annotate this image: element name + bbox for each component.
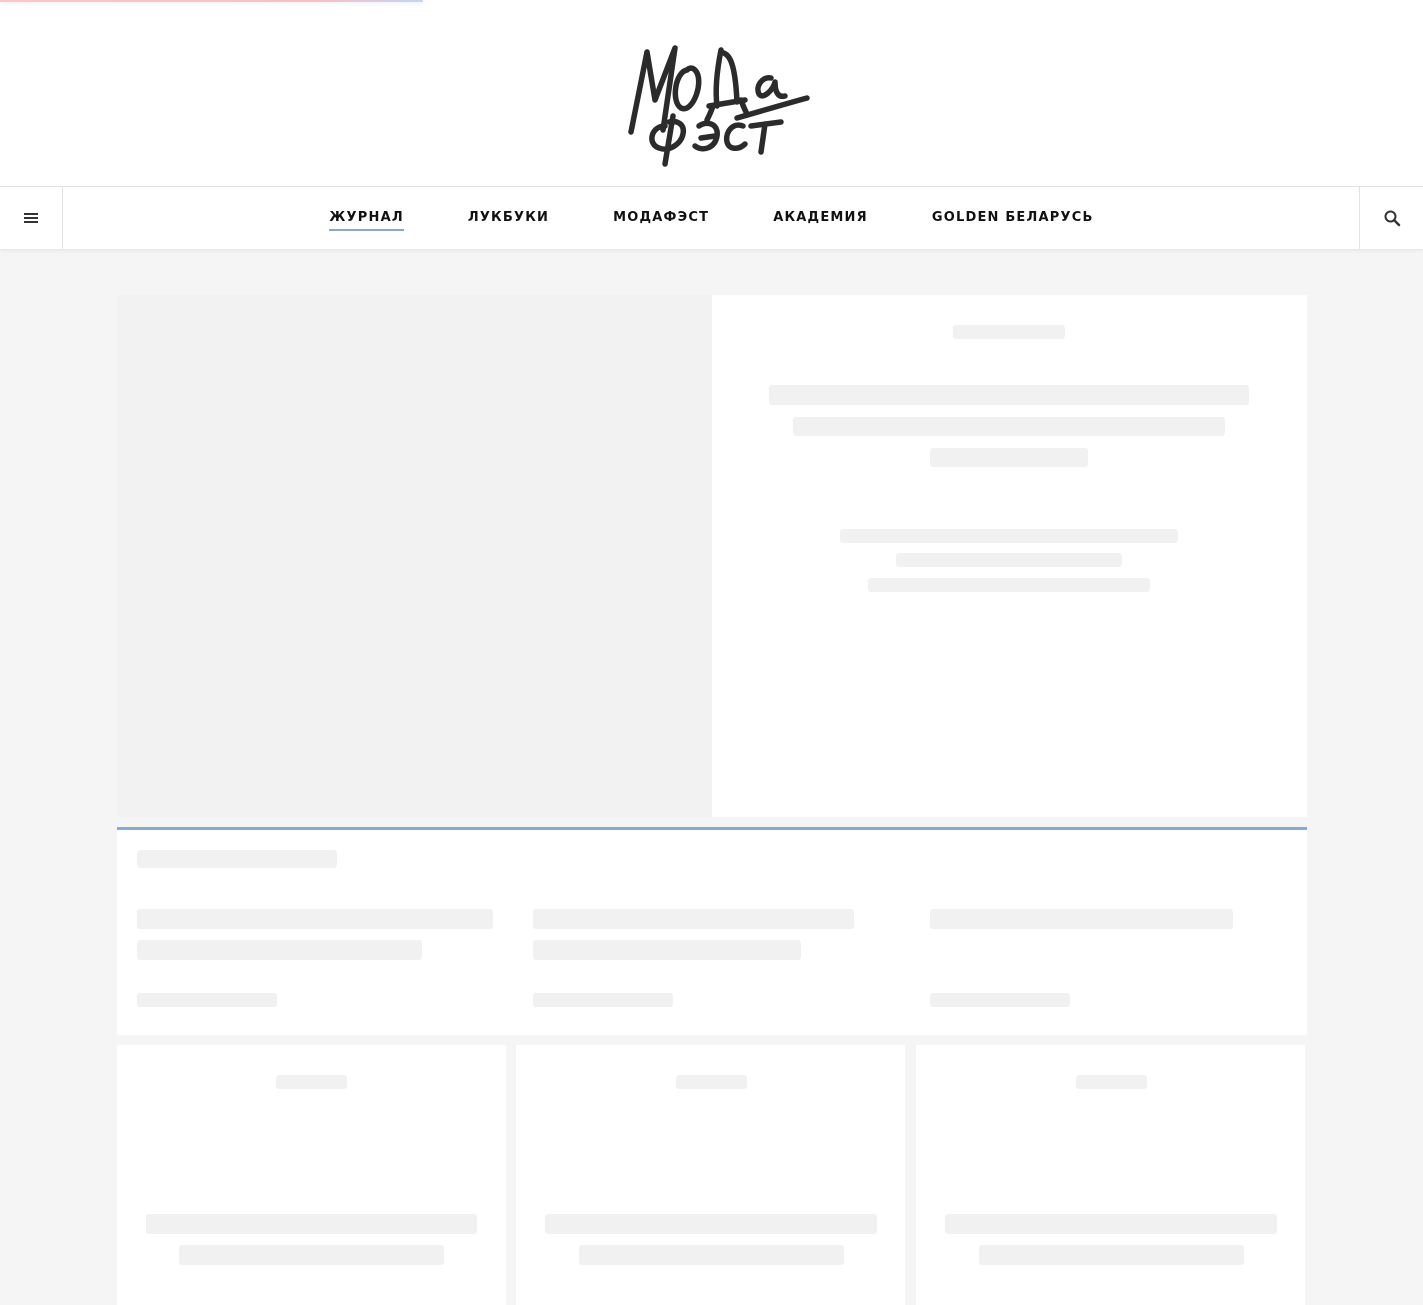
section-title-placeholder: [137, 850, 337, 868]
featured-image-placeholder: [117, 295, 712, 817]
nav-item-modafest[interactable]: МОДАФЭСТ: [581, 187, 741, 249]
excerpt-line-placeholder: [896, 553, 1122, 567]
featured-article-placeholder[interactable]: [117, 295, 1307, 817]
nav-menu: ЖУРНАЛ ЛУКБУКИ МОДАФЭСТ АКАДЕМИЯ GOLDEN …: [329, 187, 1092, 249]
moda-fest-logo-icon: [628, 45, 810, 167]
masthead: [0, 0, 1423, 186]
menu-button[interactable]: [0, 187, 63, 249]
news-date-placeholder: [137, 993, 277, 1007]
card-title-placeholder: [979, 1245, 1244, 1265]
excerpt-line-placeholder: [840, 529, 1178, 543]
article-card-placeholder[interactable]: [117, 1045, 506, 1305]
news-date-placeholder: [533, 993, 673, 1007]
nav-item-academy[interactable]: АКАДЕМИЯ: [741, 187, 900, 249]
category-placeholder: [953, 325, 1065, 339]
search-button[interactable]: [1359, 187, 1423, 249]
excerpt-line-placeholder: [868, 578, 1150, 592]
news-title-placeholder: [533, 909, 854, 929]
title-line-placeholder: [793, 417, 1225, 436]
article-card-placeholder[interactable]: [516, 1045, 905, 1305]
page-load-progress-bar: [0, 0, 423, 2]
card-category-placeholder: [676, 1075, 747, 1089]
title-line-placeholder: [769, 385, 1249, 405]
news-strip-placeholder: [117, 827, 1307, 1035]
card-title-placeholder: [579, 1245, 844, 1265]
hamburger-menu-icon: [24, 213, 38, 223]
site-logo[interactable]: [625, 40, 811, 170]
nav-item-zhurnal[interactable]: ЖУРНАЛ: [297, 187, 435, 249]
article-card-placeholder[interactable]: [916, 1045, 1305, 1305]
nav-item-golden-belarus[interactable]: GOLDEN БЕЛАРУСЬ: [900, 187, 1126, 249]
main-navigation: ЖУРНАЛ ЛУКБУКИ МОДАФЭСТ АКАДЕМИЯ GOLDEN …: [0, 186, 1423, 249]
news-date-placeholder: [930, 993, 1070, 1007]
news-title-placeholder: [930, 909, 1233, 929]
title-line-placeholder: [930, 448, 1088, 467]
card-title-placeholder: [945, 1214, 1277, 1234]
news-title-placeholder: [533, 940, 801, 960]
news-title-placeholder: [137, 909, 493, 929]
card-title-placeholder: [179, 1245, 444, 1265]
card-category-placeholder: [276, 1075, 347, 1089]
nav-item-lookbooks[interactable]: ЛУКБУКИ: [436, 187, 581, 249]
card-title-placeholder: [146, 1214, 477, 1234]
card-title-placeholder: [545, 1214, 877, 1234]
news-title-placeholder: [137, 940, 422, 960]
search-icon: [1384, 210, 1400, 227]
card-category-placeholder: [1076, 1075, 1147, 1089]
